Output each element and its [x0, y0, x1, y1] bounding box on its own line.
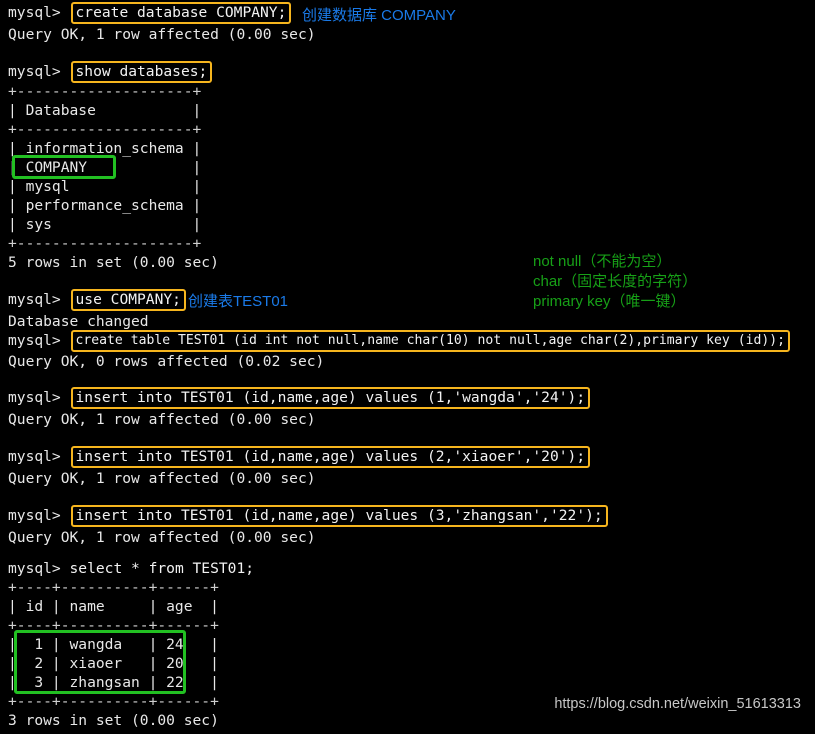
db-table-row: | mysql | [8, 178, 202, 195]
annotation-create-database: 创建数据库 COMPANY [302, 7, 456, 24]
output-insert-1: Query OK, 1 row affected (0.00 sec) [8, 411, 316, 428]
shell-prompt: mysql> [8, 560, 70, 577]
command-row-select-all[interactable]: mysql> select * from TEST01; [8, 559, 254, 578]
output-create-table: Query OK, 0 rows affected (0.02 sec) [8, 353, 325, 370]
db-table-row: | COMPANY | [8, 159, 202, 176]
command-create-table[interactable]: create table TEST01 (id int not null,nam… [70, 329, 790, 352]
command-row-insert-3[interactable]: mysql> insert into TEST01 (id,name,age) … [8, 504, 608, 527]
db-table-header: | Database | [8, 102, 202, 119]
db-table-row: | sys | [8, 216, 202, 233]
db-table-separator-bottom: +--------------------+ [8, 235, 202, 252]
db-table-separator-mid: +--------------------+ [8, 121, 202, 138]
terminal-window: mysql> create database COMPANY; Query OK… [0, 0, 815, 734]
db-table-row: | performance_schema | [8, 197, 202, 214]
command-use-database[interactable]: use COMPANY; [70, 288, 186, 311]
command-row-use-database[interactable]: mysql> use COMPANY; [8, 288, 186, 311]
shell-prompt: mysql> [8, 4, 70, 21]
result-table-footer: 3 rows in set (0.00 sec) [8, 712, 219, 729]
db-table-footer: 5 rows in set (0.00 sec) [8, 254, 219, 271]
result-table-separator-mid: +----+----------+------+ [8, 617, 219, 634]
annotation-char: char（固定长度的字符） [533, 273, 698, 290]
result-table-row: | 2 | xiaoer | 20 | [8, 655, 219, 672]
command-row-show-databases[interactable]: mysql> show databases; [8, 60, 213, 83]
shell-prompt: mysql> [8, 507, 70, 524]
result-table-row: | 1 | wangda | 24 | [8, 636, 219, 653]
shell-prompt: mysql> [8, 291, 70, 308]
command-insert-3[interactable]: insert into TEST01 (id,name,age) values … [70, 504, 608, 527]
shell-prompt: mysql> [8, 332, 70, 349]
result-table-header: | id | name | age | [8, 598, 219, 615]
output-insert-3: Query OK, 1 row affected (0.00 sec) [8, 529, 316, 546]
output-insert-2: Query OK, 1 row affected (0.00 sec) [8, 470, 316, 487]
output-use-database: Database changed [8, 313, 149, 330]
shell-prompt: mysql> [8, 63, 70, 80]
shell-prompt: mysql> [8, 389, 70, 406]
command-insert-2[interactable]: insert into TEST01 (id,name,age) values … [70, 445, 591, 468]
result-table-separator-top: +----+----------+------+ [8, 579, 219, 596]
command-row-create-table[interactable]: mysql> create table TEST01 (id int not n… [8, 329, 790, 352]
watermark: https://blog.csdn.net/weixin_51613313 [554, 696, 801, 712]
command-show-databases[interactable]: show databases; [70, 60, 213, 83]
output-create-database: Query OK, 1 row affected (0.00 sec) [8, 26, 316, 43]
db-table-separator-top: +--------------------+ [8, 83, 202, 100]
command-create-database[interactable]: create database COMPANY; [70, 1, 292, 24]
shell-prompt: mysql> [8, 448, 70, 465]
command-row-insert-2[interactable]: mysql> insert into TEST01 (id,name,age) … [8, 445, 591, 468]
annotation-primary-key: primary key（唯一键） [533, 293, 686, 310]
command-select-all[interactable]: select * from TEST01; [70, 559, 255, 578]
annotation-create-table: 创建表TEST01 [188, 293, 289, 310]
result-table-row: | 3 | zhangsan | 22 | [8, 674, 219, 691]
command-row-insert-1[interactable]: mysql> insert into TEST01 (id,name,age) … [8, 386, 591, 409]
command-row-create-database[interactable]: mysql> create database COMPANY; [8, 1, 292, 24]
db-table-row: | information_schema | [8, 140, 202, 157]
annotation-not-null: not null（不能为空） [533, 253, 672, 270]
result-table-separator-bottom: +----+----------+------+ [8, 693, 219, 710]
command-insert-1[interactable]: insert into TEST01 (id,name,age) values … [70, 386, 591, 409]
